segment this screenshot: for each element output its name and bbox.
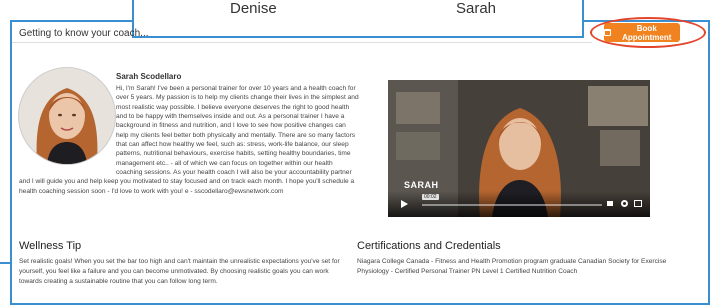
- frame-connector: [0, 262, 12, 264]
- video-player[interactable]: SARAH 00:02: [388, 80, 650, 217]
- tab-sarah[interactable]: Sarah: [456, 0, 496, 17]
- wellness-tip-title: Wellness Tip: [19, 240, 82, 252]
- video-progress-bar[interactable]: [422, 204, 602, 206]
- calendar-icon: [604, 29, 611, 36]
- divider: [12, 42, 592, 43]
- section-heading: Getting to know your coach...: [19, 28, 149, 39]
- video-time: 00:02: [422, 194, 439, 200]
- coach-bio: Hi, I'm Sarah! I've been a personal trai…: [19, 84, 359, 196]
- volume-icon[interactable]: [607, 201, 613, 206]
- coach-name: Sarah Scodellaro: [116, 72, 182, 81]
- certifications-title: Certifications and Credentials: [357, 240, 501, 252]
- play-icon[interactable]: [401, 200, 408, 208]
- coach-tabs: Denise Sarah: [132, 0, 584, 38]
- certifications-text: Niagara College Canada - Fitness and Hea…: [357, 258, 667, 275]
- video-controls: 00:02: [388, 191, 650, 217]
- bio-spacer: [19, 84, 116, 177]
- wellness-tip-text: Set realistic goals! When you set the ba…: [19, 258, 340, 285]
- settings-gear-icon[interactable]: [621, 200, 628, 207]
- book-appointment-label: Book Appointment: [622, 23, 672, 42]
- tab-denise[interactable]: Denise: [230, 0, 277, 17]
- book-appointment-button[interactable]: Book Appointment: [604, 23, 680, 42]
- fullscreen-icon[interactable]: [634, 200, 642, 207]
- video-overlay-label: SARAH: [404, 180, 439, 190]
